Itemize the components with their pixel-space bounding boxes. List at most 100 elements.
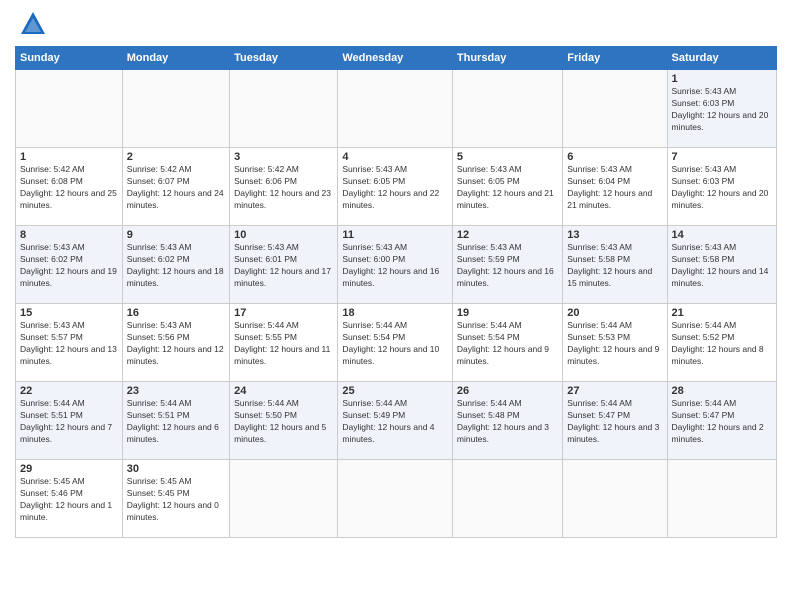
day-number: 26 xyxy=(457,385,558,397)
day-number: 22 xyxy=(20,385,118,397)
day-info: Sunrise: 5:44 AMSunset: 5:55 PMDaylight:… xyxy=(234,320,330,366)
day-info: Sunrise: 5:44 AMSunset: 5:51 PMDaylight:… xyxy=(127,398,219,444)
week-row-4: 22Sunrise: 5:44 AMSunset: 5:51 PMDayligh… xyxy=(16,382,777,460)
day-info: Sunrise: 5:45 AMSunset: 5:46 PMDaylight:… xyxy=(20,476,112,522)
calendar-cell xyxy=(563,460,667,538)
page: SundayMondayTuesdayWednesdayThursdayFrid… xyxy=(0,0,792,612)
calendar-cell: 2Sunrise: 5:42 AMSunset: 6:07 PMDaylight… xyxy=(122,148,229,226)
calendar-cell: 26Sunrise: 5:44 AMSunset: 5:48 PMDayligh… xyxy=(452,382,562,460)
calendar-cell xyxy=(667,460,776,538)
day-number: 30 xyxy=(127,463,225,475)
day-info: Sunrise: 5:44 AMSunset: 5:52 PMDaylight:… xyxy=(672,320,764,366)
calendar-cell: 1Sunrise: 5:42 AMSunset: 6:08 PMDaylight… xyxy=(16,148,123,226)
calendar-cell xyxy=(338,460,453,538)
day-info: Sunrise: 5:43 AMSunset: 5:56 PMDaylight:… xyxy=(127,320,224,366)
calendar-cell: 27Sunrise: 5:44 AMSunset: 5:47 PMDayligh… xyxy=(563,382,667,460)
calendar-cell: 11Sunrise: 5:43 AMSunset: 6:00 PMDayligh… xyxy=(338,226,453,304)
calendar-cell xyxy=(563,70,667,148)
day-number: 17 xyxy=(234,307,333,319)
header-day-thursday: Thursday xyxy=(452,47,562,70)
day-info: Sunrise: 5:44 AMSunset: 5:48 PMDaylight:… xyxy=(457,398,549,444)
calendar-cell: 24Sunrise: 5:44 AMSunset: 5:50 PMDayligh… xyxy=(230,382,338,460)
day-number: 14 xyxy=(672,229,772,241)
day-info: Sunrise: 5:43 AMSunset: 6:05 PMDaylight:… xyxy=(342,164,439,210)
week-row-0: 1Sunrise: 5:43 AMSunset: 6:03 PMDaylight… xyxy=(16,70,777,148)
day-info: Sunrise: 5:44 AMSunset: 5:51 PMDaylight:… xyxy=(20,398,112,444)
day-number: 18 xyxy=(342,307,448,319)
day-number: 5 xyxy=(457,151,558,163)
day-info: Sunrise: 5:42 AMSunset: 6:06 PMDaylight:… xyxy=(234,164,331,210)
calendar-cell xyxy=(122,70,229,148)
header-day-tuesday: Tuesday xyxy=(230,47,338,70)
day-info: Sunrise: 5:44 AMSunset: 5:54 PMDaylight:… xyxy=(342,320,439,366)
day-number: 6 xyxy=(567,151,662,163)
calendar-cell: 12Sunrise: 5:43 AMSunset: 5:59 PMDayligh… xyxy=(452,226,562,304)
calendar-table: SundayMondayTuesdayWednesdayThursdayFrid… xyxy=(15,46,777,538)
day-info: Sunrise: 5:44 AMSunset: 5:47 PMDaylight:… xyxy=(567,398,659,444)
day-info: Sunrise: 5:42 AMSunset: 6:08 PMDaylight:… xyxy=(20,164,117,210)
calendar-cell: 28Sunrise: 5:44 AMSunset: 5:47 PMDayligh… xyxy=(667,382,776,460)
header-row: SundayMondayTuesdayWednesdayThursdayFrid… xyxy=(16,47,777,70)
day-number: 8 xyxy=(20,229,118,241)
calendar-cell xyxy=(338,70,453,148)
day-number: 16 xyxy=(127,307,225,319)
day-info: Sunrise: 5:43 AMSunset: 6:01 PMDaylight:… xyxy=(234,242,331,288)
day-info: Sunrise: 5:43 AMSunset: 5:57 PMDaylight:… xyxy=(20,320,117,366)
day-number: 25 xyxy=(342,385,448,397)
calendar-cell: 9Sunrise: 5:43 AMSunset: 6:02 PMDaylight… xyxy=(122,226,229,304)
header-day-monday: Monday xyxy=(122,47,229,70)
day-info: Sunrise: 5:43 AMSunset: 5:59 PMDaylight:… xyxy=(457,242,554,288)
header-day-friday: Friday xyxy=(563,47,667,70)
calendar-cell xyxy=(452,460,562,538)
header xyxy=(15,10,777,38)
calendar-cell: 10Sunrise: 5:43 AMSunset: 6:01 PMDayligh… xyxy=(230,226,338,304)
day-info: Sunrise: 5:44 AMSunset: 5:54 PMDaylight:… xyxy=(457,320,549,366)
calendar-cell: 6Sunrise: 5:43 AMSunset: 6:04 PMDaylight… xyxy=(563,148,667,226)
calendar-cell xyxy=(452,70,562,148)
header-day-saturday: Saturday xyxy=(667,47,776,70)
day-number: 28 xyxy=(672,385,772,397)
week-row-5: 29Sunrise: 5:45 AMSunset: 5:46 PMDayligh… xyxy=(16,460,777,538)
day-number: 15 xyxy=(20,307,118,319)
calendar-cell: 7Sunrise: 5:43 AMSunset: 6:03 PMDaylight… xyxy=(667,148,776,226)
calendar-cell: 30Sunrise: 5:45 AMSunset: 5:45 PMDayligh… xyxy=(122,460,229,538)
calendar-cell: 1Sunrise: 5:43 AMSunset: 6:03 PMDaylight… xyxy=(667,70,776,148)
calendar-cell: 18Sunrise: 5:44 AMSunset: 5:54 PMDayligh… xyxy=(338,304,453,382)
day-number: 24 xyxy=(234,385,333,397)
day-info: Sunrise: 5:44 AMSunset: 5:50 PMDaylight:… xyxy=(234,398,326,444)
calendar-cell: 8Sunrise: 5:43 AMSunset: 6:02 PMDaylight… xyxy=(16,226,123,304)
header-day-sunday: Sunday xyxy=(16,47,123,70)
day-info: Sunrise: 5:43 AMSunset: 6:03 PMDaylight:… xyxy=(672,86,769,132)
day-info: Sunrise: 5:45 AMSunset: 5:45 PMDaylight:… xyxy=(127,476,219,522)
day-number: 7 xyxy=(672,151,772,163)
day-info: Sunrise: 5:44 AMSunset: 5:53 PMDaylight:… xyxy=(567,320,659,366)
day-number: 1 xyxy=(672,73,772,85)
calendar-cell: 22Sunrise: 5:44 AMSunset: 5:51 PMDayligh… xyxy=(16,382,123,460)
week-row-1: 1Sunrise: 5:42 AMSunset: 6:08 PMDaylight… xyxy=(16,148,777,226)
calendar-cell xyxy=(16,70,123,148)
logo-icon xyxy=(19,10,47,38)
calendar-cell: 25Sunrise: 5:44 AMSunset: 5:49 PMDayligh… xyxy=(338,382,453,460)
day-number: 21 xyxy=(672,307,772,319)
day-number: 20 xyxy=(567,307,662,319)
calendar-cell xyxy=(230,70,338,148)
calendar-cell: 17Sunrise: 5:44 AMSunset: 5:55 PMDayligh… xyxy=(230,304,338,382)
week-row-3: 15Sunrise: 5:43 AMSunset: 5:57 PMDayligh… xyxy=(16,304,777,382)
day-number: 27 xyxy=(567,385,662,397)
calendar-cell: 16Sunrise: 5:43 AMSunset: 5:56 PMDayligh… xyxy=(122,304,229,382)
day-info: Sunrise: 5:43 AMSunset: 5:58 PMDaylight:… xyxy=(567,242,652,288)
day-info: Sunrise: 5:43 AMSunset: 6:00 PMDaylight:… xyxy=(342,242,439,288)
calendar-cell: 29Sunrise: 5:45 AMSunset: 5:46 PMDayligh… xyxy=(16,460,123,538)
day-number: 2 xyxy=(127,151,225,163)
calendar-cell: 4Sunrise: 5:43 AMSunset: 6:05 PMDaylight… xyxy=(338,148,453,226)
calendar-cell: 13Sunrise: 5:43 AMSunset: 5:58 PMDayligh… xyxy=(563,226,667,304)
day-info: Sunrise: 5:42 AMSunset: 6:07 PMDaylight:… xyxy=(127,164,224,210)
day-info: Sunrise: 5:43 AMSunset: 6:04 PMDaylight:… xyxy=(567,164,652,210)
day-number: 23 xyxy=(127,385,225,397)
day-info: Sunrise: 5:43 AMSunset: 6:03 PMDaylight:… xyxy=(672,164,769,210)
day-number: 19 xyxy=(457,307,558,319)
day-number: 4 xyxy=(342,151,448,163)
day-number: 11 xyxy=(342,229,448,241)
day-number: 1 xyxy=(20,151,118,163)
calendar-cell: 23Sunrise: 5:44 AMSunset: 5:51 PMDayligh… xyxy=(122,382,229,460)
